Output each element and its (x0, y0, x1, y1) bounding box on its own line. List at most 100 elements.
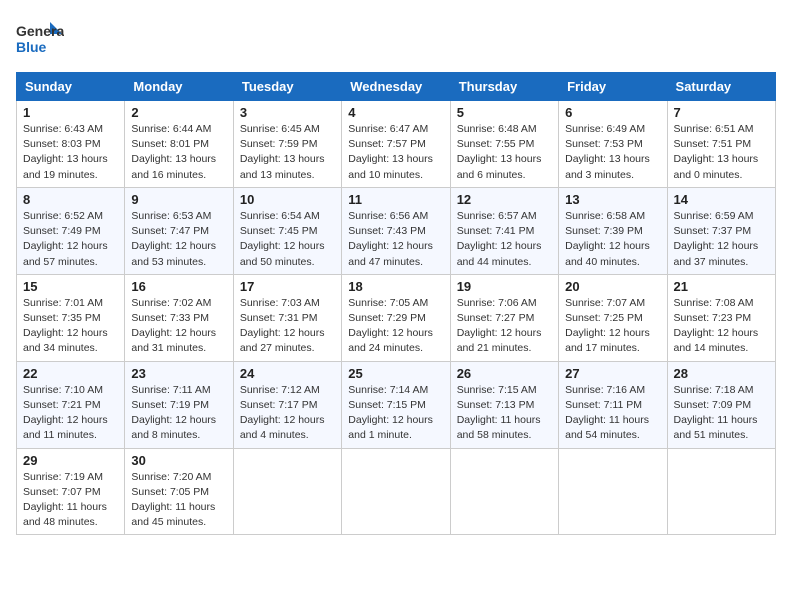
day-info: Sunrise: 6:44 AMSunset: 8:01 PMDaylight:… (131, 122, 226, 183)
calendar-cell: 7 Sunrise: 6:51 AMSunset: 7:51 PMDaylight… (667, 101, 775, 188)
calendar-cell: 10 Sunrise: 6:54 AMSunset: 7:45 PMDayligh… (233, 187, 341, 274)
day-number: 26 (457, 366, 552, 381)
svg-text:General: General (16, 23, 64, 39)
calendar-week-5: 29 Sunrise: 7:19 AMSunset: 7:07 PMDayligh… (17, 448, 776, 535)
day-info: Sunrise: 7:11 AMSunset: 7:19 PMDaylight:… (131, 383, 226, 444)
calendar-cell: 12 Sunrise: 6:57 AMSunset: 7:41 PMDayligh… (450, 187, 558, 274)
day-info: Sunrise: 7:18 AMSunset: 7:09 PMDaylight:… (674, 383, 769, 444)
svg-text:Blue: Blue (16, 39, 47, 55)
calendar-cell: 18 Sunrise: 7:05 AMSunset: 7:29 PMDayligh… (342, 274, 450, 361)
day-number: 2 (131, 105, 226, 120)
day-info: Sunrise: 6:54 AMSunset: 7:45 PMDaylight:… (240, 209, 335, 270)
day-info: Sunrise: 7:10 AMSunset: 7:21 PMDaylight:… (23, 383, 118, 444)
calendar-cell: 16 Sunrise: 7:02 AMSunset: 7:33 PMDayligh… (125, 274, 233, 361)
calendar-cell: 21Sunrise: 7:08 AMSunset: 7:23 PMDayligh… (667, 274, 775, 361)
calendar-cell (667, 448, 775, 535)
logo: GeneralBlue (16, 16, 64, 60)
page-header: GeneralBlue (16, 16, 776, 64)
day-number: 1 (23, 105, 118, 120)
weekday-header-thursday: Thursday (450, 73, 558, 101)
calendar-cell: 3 Sunrise: 6:45 AMSunset: 7:59 PMDaylight… (233, 101, 341, 188)
day-number: 17 (240, 279, 335, 294)
day-info: Sunrise: 6:45 AMSunset: 7:59 PMDaylight:… (240, 122, 335, 183)
weekday-header-tuesday: Tuesday (233, 73, 341, 101)
calendar-cell: 9 Sunrise: 6:53 AMSunset: 7:47 PMDaylight… (125, 187, 233, 274)
day-info: Sunrise: 7:01 AMSunset: 7:35 PMDaylight:… (23, 296, 118, 357)
day-info: Sunrise: 7:02 AMSunset: 7:33 PMDaylight:… (131, 296, 226, 357)
day-number: 11 (348, 192, 443, 207)
day-info: Sunrise: 7:06 AMSunset: 7:27 PMDaylight:… (457, 296, 552, 357)
calendar-cell: 30 Sunrise: 7:20 AMSunset: 7:05 PMDayligh… (125, 448, 233, 535)
calendar-cell: 23 Sunrise: 7:11 AMSunset: 7:19 PMDayligh… (125, 361, 233, 448)
day-number: 7 (674, 105, 769, 120)
calendar-cell: 5Sunrise: 6:48 AMSunset: 7:55 PMDaylight… (450, 101, 558, 188)
day-info: Sunrise: 7:05 AMSunset: 7:29 PMDaylight:… (348, 296, 443, 357)
calendar-cell: 1 Sunrise: 6:43 AMSunset: 8:03 PMDaylight… (17, 101, 125, 188)
calendar-cell: 22 Sunrise: 7:10 AMSunset: 7:21 PMDayligh… (17, 361, 125, 448)
day-number: 27 (565, 366, 660, 381)
day-number: 23 (131, 366, 226, 381)
calendar-cell: 29 Sunrise: 7:19 AMSunset: 7:07 PMDayligh… (17, 448, 125, 535)
day-info: Sunrise: 6:51 AMSunset: 7:51 PMDaylight:… (674, 122, 769, 183)
weekday-header-monday: Monday (125, 73, 233, 101)
calendar-cell: 28Sunrise: 7:18 AMSunset: 7:09 PMDayligh… (667, 361, 775, 448)
day-info: Sunrise: 6:59 AMSunset: 7:37 PMDaylight:… (674, 209, 769, 270)
day-info: Sunrise: 7:15 AMSunset: 7:13 PMDaylight:… (457, 383, 552, 444)
day-info: Sunrise: 6:56 AMSunset: 7:43 PMDaylight:… (348, 209, 443, 270)
calendar-week-3: 15 Sunrise: 7:01 AMSunset: 7:35 PMDayligh… (17, 274, 776, 361)
day-number: 18 (348, 279, 443, 294)
day-number: 9 (131, 192, 226, 207)
calendar-cell: 26 Sunrise: 7:15 AMSunset: 7:13 PMDayligh… (450, 361, 558, 448)
day-number: 12 (457, 192, 552, 207)
day-number: 24 (240, 366, 335, 381)
day-info: Sunrise: 7:12 AMSunset: 7:17 PMDaylight:… (240, 383, 335, 444)
calendar-cell: 6Sunrise: 6:49 AMSunset: 7:53 PMDaylight… (559, 101, 667, 188)
day-number: 22 (23, 366, 118, 381)
day-number: 10 (240, 192, 335, 207)
day-number: 30 (131, 453, 226, 468)
day-number: 29 (23, 453, 118, 468)
day-info: Sunrise: 7:08 AMSunset: 7:23 PMDaylight:… (674, 296, 769, 357)
day-info: Sunrise: 6:47 AMSunset: 7:57 PMDaylight:… (348, 122, 443, 183)
calendar-cell: 15 Sunrise: 7:01 AMSunset: 7:35 PMDayligh… (17, 274, 125, 361)
calendar-cell: 27Sunrise: 7:16 AMSunset: 7:11 PMDayligh… (559, 361, 667, 448)
weekday-header-friday: Friday (559, 73, 667, 101)
day-info: Sunrise: 6:53 AMSunset: 7:47 PMDaylight:… (131, 209, 226, 270)
day-number: 13 (565, 192, 660, 207)
calendar-cell: 17 Sunrise: 7:03 AMSunset: 7:31 PMDayligh… (233, 274, 341, 361)
day-number: 20 (565, 279, 660, 294)
day-number: 16 (131, 279, 226, 294)
day-info: Sunrise: 6:58 AMSunset: 7:39 PMDaylight:… (565, 209, 660, 270)
calendar-cell (342, 448, 450, 535)
day-number: 15 (23, 279, 118, 294)
logo-svg: GeneralBlue (16, 16, 64, 60)
weekday-header-sunday: Sunday (17, 73, 125, 101)
calendar-cell: 25Sunrise: 7:14 AMSunset: 7:15 PMDayligh… (342, 361, 450, 448)
day-number: 4 (348, 105, 443, 120)
weekday-header-wednesday: Wednesday (342, 73, 450, 101)
calendar-cell: 8Sunrise: 6:52 AMSunset: 7:49 PMDaylight… (17, 187, 125, 274)
weekday-header-saturday: Saturday (667, 73, 775, 101)
day-number: 14 (674, 192, 769, 207)
day-info: Sunrise: 7:14 AMSunset: 7:15 PMDaylight:… (348, 383, 443, 444)
day-number: 19 (457, 279, 552, 294)
calendar-cell: 24 Sunrise: 7:12 AMSunset: 7:17 PMDayligh… (233, 361, 341, 448)
calendar-week-2: 8Sunrise: 6:52 AMSunset: 7:49 PMDaylight… (17, 187, 776, 274)
day-info: Sunrise: 7:07 AMSunset: 7:25 PMDaylight:… (565, 296, 660, 357)
day-number: 3 (240, 105, 335, 120)
calendar-cell (233, 448, 341, 535)
calendar-cell: 2 Sunrise: 6:44 AMSunset: 8:01 PMDaylight… (125, 101, 233, 188)
calendar-cell: 19 Sunrise: 7:06 AMSunset: 7:27 PMDayligh… (450, 274, 558, 361)
day-number: 6 (565, 105, 660, 120)
calendar-table: SundayMondayTuesdayWednesdayThursdayFrid… (16, 72, 776, 535)
calendar-cell (450, 448, 558, 535)
day-info: Sunrise: 6:43 AMSunset: 8:03 PMDaylight:… (23, 122, 118, 183)
day-info: Sunrise: 7:03 AMSunset: 7:31 PMDaylight:… (240, 296, 335, 357)
calendar-cell: 20 Sunrise: 7:07 AMSunset: 7:25 PMDayligh… (559, 274, 667, 361)
calendar-cell: 11 Sunrise: 6:56 AMSunset: 7:43 PMDayligh… (342, 187, 450, 274)
calendar-cell: 14 Sunrise: 6:59 AMSunset: 7:37 PMDayligh… (667, 187, 775, 274)
day-info: Sunrise: 6:57 AMSunset: 7:41 PMDaylight:… (457, 209, 552, 270)
day-info: Sunrise: 7:19 AMSunset: 7:07 PMDaylight:… (23, 470, 118, 531)
day-info: Sunrise: 7:20 AMSunset: 7:05 PMDaylight:… (131, 470, 226, 531)
calendar-cell: 13 Sunrise: 6:58 AMSunset: 7:39 PMDayligh… (559, 187, 667, 274)
